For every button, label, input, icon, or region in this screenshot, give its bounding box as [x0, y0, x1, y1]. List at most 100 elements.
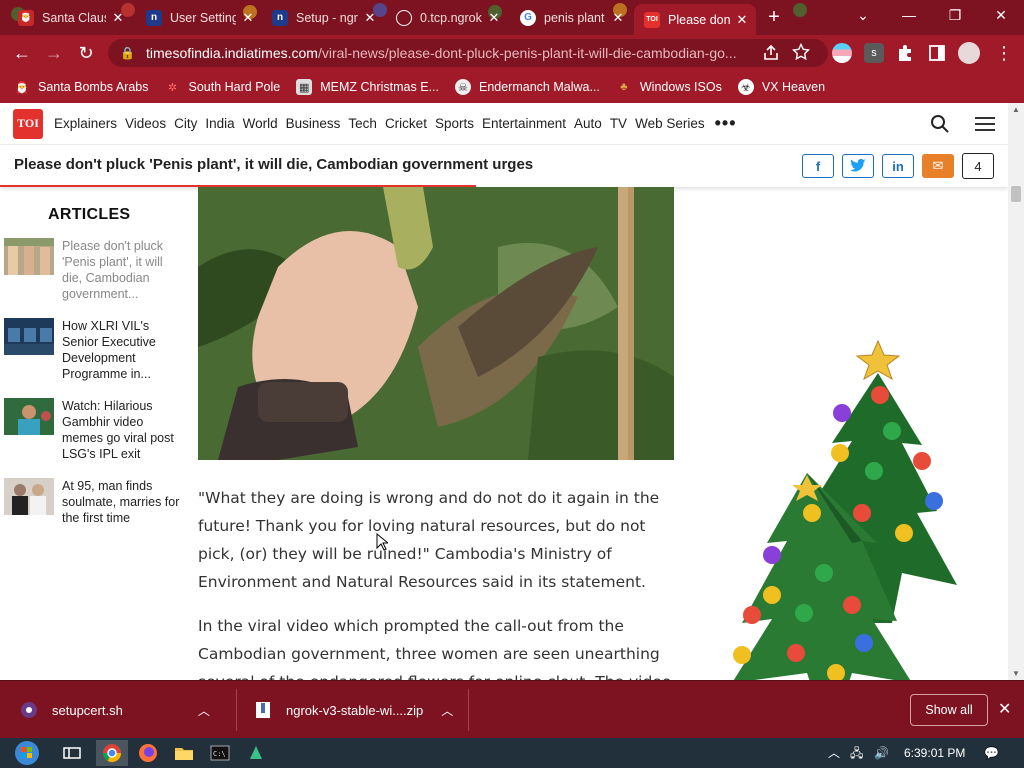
nav-auto[interactable]: Auto [574, 116, 602, 131]
nav-videos[interactable]: Videos [125, 116, 166, 131]
sidebar-article[interactable]: At 95, man finds soulmate, marries for t… [4, 478, 180, 526]
network-icon[interactable]: 🖧 [850, 738, 863, 768]
article-title: Please don't pluck 'Penis plant', it wil… [62, 239, 164, 301]
bookmark-vx-heaven[interactable]: ☣ VX Heaven [737, 79, 826, 95]
scroll-down-arrow-icon[interactable]: ▼ [1012, 669, 1020, 678]
taskbar-clock[interactable]: 6:39:01 PM [904, 738, 965, 768]
nav-explainers[interactable]: Explainers [54, 116, 117, 131]
show-all-downloads-button[interactable]: Show all [910, 694, 988, 726]
share-page-icon[interactable] [762, 44, 780, 62]
volume-icon[interactable]: 🔊 [874, 738, 889, 768]
profile-avatar-icon[interactable] [958, 42, 980, 64]
chrome-menu-button[interactable]: ⋮ [990, 39, 1018, 67]
folder-icon [175, 748, 193, 760]
sidebar-article[interactable]: Please don't pluck 'Penis plant', it wil… [4, 238, 180, 302]
reload-button[interactable]: ↻ [72, 39, 100, 67]
email-share-button[interactable]: ✉ [922, 154, 954, 178]
nav-tv[interactable]: TV [610, 116, 627, 131]
tab-tcp-ngrok[interactable]: 0.tcp.ngrok ✕ [386, 4, 508, 31]
taskbar-chrome[interactable] [96, 740, 128, 766]
bookmark-star-icon[interactable] [792, 43, 810, 61]
comments-button[interactable]: 4 [962, 153, 994, 179]
chevron-up-icon[interactable]: ︿ [198, 702, 210, 719]
extensions-puzzle-icon[interactable] [896, 44, 914, 62]
download-item[interactable]: ngrok-v3-stable-wi....zip ︿ [254, 681, 464, 739]
close-tab-icon[interactable]: ✕ [734, 12, 750, 28]
close-tab-icon[interactable]: ✕ [240, 10, 256, 26]
nav-cricket[interactable]: Cricket [385, 116, 427, 131]
bookmark-south-hard-pole[interactable]: ✲ South Hard Pole [164, 79, 280, 95]
twitter-share-button[interactable] [842, 154, 874, 178]
nav-world[interactable]: World [243, 116, 278, 131]
taskbar-app[interactable] [240, 740, 272, 766]
nav-india[interactable]: India [205, 116, 234, 131]
close-tab-icon[interactable]: ✕ [486, 10, 502, 26]
tab-user-settings[interactable]: n User Settings ✕ [136, 4, 262, 31]
bookmark-windows-isos[interactable]: ♣ Windows ISOs [616, 79, 722, 95]
bookmark-memz-christmas[interactable]: ▦ MEMZ Christmas E... [296, 79, 439, 95]
nav-sports[interactable]: Sports [435, 116, 474, 131]
nav-more-button[interactable]: ••• [715, 113, 737, 134]
linkedin-share-button[interactable]: in [882, 154, 914, 178]
sidebar-article[interactable]: How XLRI VIL's Senior Executive Developm… [4, 318, 180, 382]
facebook-share-button[interactable]: f [802, 154, 834, 178]
download-filename: ngrok-v3-stable-wi....zip [286, 702, 424, 718]
side-panel-icon[interactable] [928, 44, 946, 62]
close-tab-icon[interactable]: ✕ [610, 10, 626, 26]
memz-icon: ▦ [296, 79, 313, 95]
tab-penis-plant-search[interactable]: G penis plant ✕ [510, 4, 632, 31]
task-view-button[interactable] [56, 740, 88, 766]
address-bar[interactable]: 🔒 timesofindia.indiatimes.com /viral-new… [108, 39, 828, 67]
web-page: TOI Explainers Videos City India World B… [0, 103, 1024, 680]
close-tab-icon[interactable]: ✕ [362, 10, 378, 26]
tab-setup-ngrok[interactable]: n Setup - ngrok ✕ [262, 4, 384, 31]
download-item[interactable]: setupcert.sh ︿ [20, 681, 230, 739]
toi-logo[interactable]: TOI [13, 108, 43, 139]
restore-button[interactable]: ❐ [932, 0, 978, 30]
search-icon[interactable] [930, 114, 950, 134]
taskbar-file-explorer[interactable] [168, 740, 200, 766]
tab-santa-claus[interactable]: 🎅 Santa Claus ✕ [8, 4, 132, 31]
new-tab-button[interactable]: + [762, 6, 786, 30]
tab-title: User Settings [170, 10, 236, 25]
linkedin-icon: in [892, 158, 904, 174]
bookmark-santa-bombs-arabs[interactable]: 🎅 Santa Bombs Arabs [14, 79, 148, 95]
close-download-bar-button[interactable]: ✕ [998, 699, 1011, 719]
page-scrollbar[interactable]: ▲ ▼ [1008, 103, 1024, 680]
nav-entertainment[interactable]: Entertainment [482, 116, 566, 131]
tab-title: Setup - ngrok [296, 10, 358, 25]
firefox-icon [139, 744, 157, 762]
scrollbar-thumb[interactable] [1011, 186, 1021, 202]
chevron-up-icon[interactable]: ︿ [441, 702, 453, 719]
taskbar-firefox[interactable] [132, 740, 164, 766]
scroll-up-arrow-icon[interactable]: ▲ [1012, 105, 1020, 114]
back-button[interactable]: ← [8, 39, 36, 67]
zip-file-icon [256, 702, 270, 718]
show-hidden-icons-button[interactable]: ︿ [828, 738, 840, 768]
extension-s-icon[interactable]: s [864, 43, 884, 63]
forward-button[interactable]: → [40, 39, 68, 67]
url-path: /viral-news/please-dont-pluck-penis-plan… [317, 45, 737, 61]
minimize-button[interactable]: — [886, 0, 932, 30]
nav-tech[interactable]: Tech [348, 116, 377, 131]
terminal-icon: C:\ [210, 745, 230, 761]
nav-web-series[interactable]: Web Series [635, 116, 705, 131]
hamburger-menu-icon[interactable] [975, 117, 995, 131]
email-icon: ✉ [932, 158, 944, 173]
lock-icon[interactable]: 🔒 [120, 46, 138, 60]
windows-logo-icon [15, 741, 39, 765]
start-button[interactable] [8, 740, 46, 766]
tab-search-button[interactable]: ⌄ [840, 0, 886, 30]
sidebar-article[interactable]: Watch: Hilarious Gambhir video memes go … [4, 398, 180, 462]
notifications-icon[interactable]: 💬 [984, 738, 999, 768]
bookmark-label: VX Heaven [761, 80, 826, 94]
nav-city[interactable]: City [174, 116, 197, 131]
extension-flag-icon[interactable] [832, 43, 852, 63]
tab-please-dont-pluck[interactable]: TOI Please don't pluck ✕ [634, 4, 756, 35]
taskbar-terminal[interactable]: C:\ [204, 740, 236, 766]
bookmark-endermanch-malware[interactable]: ☠ Endermanch Malwa... [454, 79, 600, 95]
mouse-cursor-icon [376, 533, 388, 551]
close-window-button[interactable]: ✕ [978, 0, 1024, 30]
close-tab-icon[interactable]: ✕ [110, 10, 126, 26]
nav-business[interactable]: Business [286, 116, 341, 131]
